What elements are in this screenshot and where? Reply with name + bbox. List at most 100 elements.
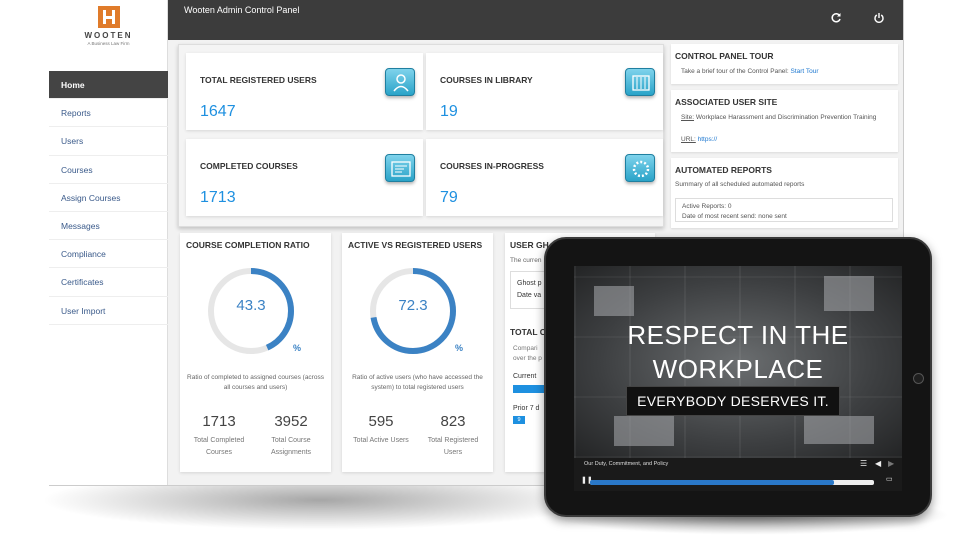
associated-user-site: ASSOCIATED USER SITE Site: Workplace Har…	[671, 90, 898, 152]
gauge-description: Ratio of active users (who have accessed…	[352, 374, 483, 391]
home-button-icon[interactable]	[913, 373, 924, 384]
logo-subtitle: A Business Law Firm	[87, 41, 130, 46]
app-title: Wooten Admin Control Panel	[184, 5, 300, 15]
sidebar: WOOTEN A Business Law Firm Home Reports …	[49, 0, 168, 485]
ghost-line: Date va	[517, 292, 542, 299]
gauge-value: 43.3	[236, 297, 266, 314]
video-title: RESPECT IN THE WORKPLACE	[574, 318, 902, 386]
ghost-line: Ghost p	[517, 280, 542, 287]
site-title: ASSOCIATED USER SITE	[675, 97, 778, 107]
stat-card-completed-courses[interactable]: COMPLETED COURSES 1713	[186, 139, 423, 216]
total-card-title: TOTAL C	[510, 327, 546, 337]
gauge-title: COURSE COMPLETION RATIO	[186, 240, 310, 250]
stat-card-registered-users[interactable]: TOTAL REGISTERED USERS 1647	[186, 53, 423, 130]
url-label: URL:	[681, 136, 696, 143]
tour-text-label: Take a brief tour of the Control Panel:	[681, 68, 789, 75]
recent-send: Date of most recent send: none sent	[682, 213, 787, 220]
sidebar-item-user-import[interactable]: User Import	[49, 297, 168, 325]
progress-spinner-icon	[625, 154, 655, 182]
current-label: Current	[513, 373, 537, 380]
library-icon	[625, 68, 655, 96]
tour-text: Take a brief tour of the Control Panel: …	[681, 66, 819, 77]
gauge-card-active-users: ACTIVE VS REGISTERED USERS 72.3 % Ratio …	[342, 233, 493, 472]
total-course-assignments: 3952	[274, 413, 308, 430]
stat-label: COURSES IN LIBRARY	[440, 75, 533, 85]
sidebar-item-compliance[interactable]: Compliance	[49, 240, 168, 269]
total-card-subtitle: Compari	[513, 345, 538, 352]
gauge-title: ACTIVE VS REGISTERED USERS	[348, 240, 483, 250]
control-panel-tour: CONTROL PANEL TOUR Take a brief tour of …	[671, 44, 898, 84]
video-progress-fill	[590, 480, 835, 485]
sidebar-nav: Home Reports Users Courses Assign Course…	[49, 71, 168, 325]
tablet-screen: RESPECT IN THE WORKPLACE EVERYBODY DESER…	[574, 266, 902, 491]
total-registered-users-label: Total Registered Users	[427, 437, 479, 456]
top-bar: Wooten Admin Control Panel	[168, 0, 903, 40]
video-title-line: RESPECT IN THE	[627, 320, 849, 350]
gauge-unit: %	[455, 343, 464, 353]
tour-title: CONTROL PANEL TOUR	[675, 51, 774, 61]
total-active-users: 595	[368, 413, 394, 430]
gauge-description: Ratio of completed to assigned courses (…	[187, 374, 324, 391]
tablet-device: RESPECT IN THE WORKPLACE EVERYBODY DESER…	[544, 237, 932, 517]
site-url-link[interactable]: https://	[698, 136, 718, 143]
prior-badge: 9	[513, 416, 525, 424]
menu-list-icon[interactable]: ☰	[860, 459, 867, 468]
auto-reports-title: AUTOMATED REPORTS	[675, 165, 772, 175]
player-controls: Our Duty, Commitment, and Policy ☰ ◀ ▶ ❚…	[574, 458, 902, 491]
stat-value: 19	[440, 103, 458, 120]
player-title: Our Duty, Commitment, and Policy	[584, 461, 669, 467]
power-icon	[874, 13, 884, 23]
total-completed-courses: 1713	[202, 413, 236, 430]
ghost-subtitle: The curren	[510, 257, 542, 264]
screenshot-stage: WOOTEN A Business Law Firm Home Reports …	[0, 0, 962, 544]
sidebar-item-messages[interactable]: Messages	[49, 212, 168, 241]
power-button[interactable]	[871, 12, 887, 28]
gauge-unit: %	[293, 343, 302, 353]
previous-icon[interactable]: ◀	[875, 459, 881, 468]
stat-value: 1713	[200, 189, 236, 206]
automated-reports: AUTOMATED REPORTS Summary of all schedul…	[671, 158, 898, 228]
video-progress-bar[interactable]	[590, 480, 874, 485]
sidebar-item-reports[interactable]: Reports	[49, 99, 168, 128]
logo-mark-icon	[97, 6, 120, 28]
gauge-card-completion-ratio: COURSE COMPLETION RATIO 43.3 % Ratio of …	[180, 233, 331, 472]
site-label: Site:	[681, 114, 695, 121]
stat-card-courses-in-progress[interactable]: COURSES IN-PROGRESS 79	[426, 139, 663, 216]
next-icon[interactable]: ▶	[888, 459, 894, 468]
captions-icon[interactable]: ▭	[886, 475, 893, 483]
stat-card-courses-library[interactable]: COURSES IN LIBRARY 19	[426, 53, 663, 130]
stat-value: 1647	[200, 103, 236, 120]
video-frame[interactable]: RESPECT IN THE WORKPLACE EVERYBODY DESER…	[574, 266, 902, 458]
logo-name: WOOTEN	[84, 31, 133, 40]
site-text: Site: Workplace Harassment and Discrimin…	[681, 112, 886, 123]
total-active-users-label: Total Active Users	[353, 437, 409, 444]
url-text: URL: https://	[681, 134, 717, 145]
sidebar-item-users[interactable]: Users	[49, 127, 168, 156]
total-registered-users: 823	[440, 413, 466, 430]
total-completed-courses-label: Total Completed Courses	[193, 437, 245, 456]
stat-value: 79	[440, 189, 458, 206]
gauge-value: 72.3	[398, 297, 428, 314]
sidebar-item-certificates[interactable]: Certificates	[49, 268, 168, 297]
site-value: Workplace Harassment and Discrimination …	[695, 114, 877, 121]
auto-reports-box: Active Reports: 0 Date of most recent se…	[675, 198, 893, 222]
start-tour-link[interactable]: Start Tour	[791, 68, 819, 75]
wooten-logo[interactable]: WOOTEN A Business Law Firm	[49, 6, 168, 58]
total-course-assignments-label: Total Course Assignments	[270, 437, 312, 456]
refresh-button[interactable]	[828, 12, 844, 28]
video-title-line: WORKPLACE	[652, 354, 824, 384]
sidebar-item-courses[interactable]: Courses	[49, 156, 168, 184]
stats-panel: TOTAL REGISTERED USERS 1647 COURSES IN L…	[178, 44, 664, 227]
ghost-title: USER GH	[510, 240, 549, 250]
auto-reports-subtitle: Summary of all scheduled automated repor…	[675, 181, 805, 188]
video-banner: EVERYBODY DESERVES IT.	[626, 386, 840, 416]
certificate-icon	[385, 154, 415, 182]
prior-label: Prior 7 d	[513, 405, 540, 412]
stat-label: COMPLETED COURSES	[200, 161, 298, 171]
stat-label: COURSES IN-PROGRESS	[440, 161, 544, 171]
user-profile-icon	[385, 68, 415, 96]
refresh-icon	[831, 13, 841, 23]
stat-label: TOTAL REGISTERED USERS	[200, 75, 317, 85]
sidebar-item-home[interactable]: Home	[49, 71, 168, 100]
sidebar-item-assign-courses[interactable]: Assign Courses	[49, 184, 168, 212]
